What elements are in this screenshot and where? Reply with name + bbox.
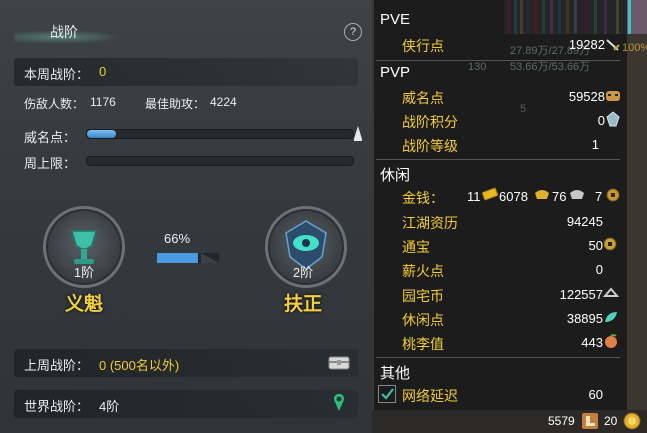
leaf-icon	[605, 312, 617, 322]
weekly-rank-label: 本周战阶：	[24, 67, 90, 82]
leisure-item-label: 江湖资历	[402, 215, 458, 231]
silver-ingot-icon	[570, 190, 584, 199]
divider	[376, 60, 620, 61]
world-rank-label: 世界战阶：	[24, 399, 90, 414]
pve-header: PVE	[380, 11, 411, 28]
rank-progress-bar	[157, 253, 219, 263]
battle-rank-panel: 战阶 ? 本周战阶： 0 伤敌人数： 1176 最佳助攻： 4224 威名点： …	[0, 0, 372, 433]
rank-left-name: 义魁	[64, 294, 103, 315]
bg-num-text: 5	[520, 103, 527, 115]
cap-marker-icon	[354, 126, 362, 141]
world-rank-value: 4阶	[99, 399, 120, 414]
leisure-item-label: 通宝	[402, 239, 430, 255]
money-silver: 6078	[499, 189, 528, 204]
money-label: 金钱：	[402, 190, 444, 206]
pvp-item-label: 威名点	[402, 90, 444, 106]
latency-value: 60	[588, 387, 603, 402]
rank-right-name: 扶正	[283, 294, 322, 315]
pve-item-value: 19282	[568, 37, 605, 52]
gold-ingot-icon	[535, 190, 549, 199]
help-icon[interactable]: ?	[344, 23, 362, 41]
gold-coin-icon[interactable]	[623, 412, 641, 430]
prestige-bar	[86, 129, 354, 139]
injured-value: 1176	[90, 95, 116, 109]
hud-value: 20	[604, 414, 618, 428]
divider	[376, 357, 620, 358]
leisure-item-label: 休闲点	[402, 312, 444, 328]
panel-title: 战阶	[50, 24, 78, 40]
peach-icon	[605, 334, 617, 348]
prestige-label: 威名点：	[24, 130, 77, 145]
coin-icon	[603, 237, 617, 251]
last-week-value: 0 (500名以外)	[99, 358, 180, 373]
leisure-item-value: 0	[595, 262, 603, 277]
leisure-item-value: 94245	[566, 214, 603, 229]
chest-icon[interactable]	[327, 353, 351, 371]
weekly-cap-bar	[86, 156, 354, 166]
best-assist-label: 最佳助攻：	[145, 97, 206, 111]
crystal-icon	[606, 111, 620, 127]
rank-progress-percent: 66%	[164, 231, 191, 246]
pvp-item-value: 1	[591, 137, 599, 152]
pvp-item-value: 0	[597, 113, 605, 128]
leisure-item-value: 122557	[559, 287, 603, 302]
leisure-item-value: 443	[581, 335, 603, 350]
divider	[376, 159, 620, 160]
copper-coin-icon	[606, 188, 620, 202]
boot-icon[interactable]	[581, 412, 599, 430]
house-coin-icon	[603, 287, 619, 297]
weekly-cap-label: 周上限：	[24, 156, 77, 171]
last-week-label: 上周战阶：	[24, 358, 90, 373]
leisure-item-label: 桃李值	[402, 336, 444, 352]
best-assist-value: 4224	[210, 95, 237, 109]
latency-checkbox[interactable]	[378, 385, 396, 403]
pve-item-label: 侠行点	[402, 38, 444, 54]
pvp-header: PVP	[380, 64, 411, 81]
injured-label: 伤敌人数：	[24, 97, 85, 111]
check-icon	[381, 388, 394, 400]
rank-progress-fill	[157, 253, 198, 263]
bg-percent-text: 100%	[622, 42, 647, 54]
location-pin-icon[interactable]	[332, 393, 346, 413]
money-gold: 11	[467, 189, 481, 204]
pvp-item-label: 战阶等级	[402, 138, 458, 154]
leisure-header: 休闲	[380, 167, 411, 184]
leisure-item-value: 50	[588, 238, 603, 253]
pvp-item-label: 战阶积分	[402, 114, 458, 130]
weekly-rank-value: 0	[99, 64, 107, 79]
rank-right-level: 2阶	[292, 265, 314, 280]
money-yuan: 76	[552, 189, 567, 204]
leisure-item-label: 园宅币	[402, 288, 444, 304]
prestige-bar-fill	[87, 130, 117, 138]
leisure-item-value: 38895	[566, 311, 603, 326]
other-header: 其他	[380, 365, 411, 382]
tiger-mask-icon	[606, 91, 620, 101]
latency-label: 网络延迟	[402, 388, 458, 404]
hud-bottom-strip: 5579 20	[372, 410, 647, 433]
rank-left-level: 1阶	[73, 265, 95, 280]
sword-icon	[606, 39, 620, 51]
pvp-item-value: 59528	[568, 89, 605, 104]
currency-panel: 27.89万/27.89万 130 53.66万/53.66万 100% 5 P…	[372, 0, 647, 433]
hud-value: 5579	[548, 414, 575, 428]
leisure-item-label: 薪火点	[402, 263, 444, 279]
money-copper: 7	[595, 189, 603, 204]
gold-bar-icon	[482, 187, 498, 201]
bg-level-text: 130	[468, 61, 487, 73]
